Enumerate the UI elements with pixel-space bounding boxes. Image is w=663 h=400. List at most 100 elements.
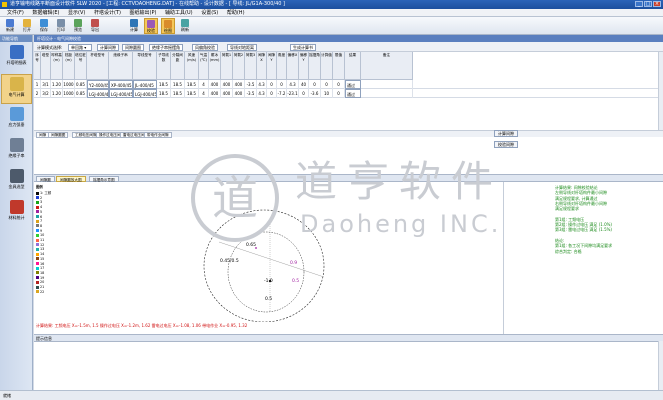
sidebar-item-1[interactable]: 电气计算 [1,74,32,104]
grid-header-3[interactable]: 档距(m) [63,52,75,80]
toolbar-button-5[interactable]: 导出 [88,18,102,34]
toolbar-button-3[interactable]: 打印 [54,18,68,34]
menu-edit[interactable]: 数据编辑(E) [32,9,59,17]
menu-tower[interactable]: 杆塔设计(T) [94,9,121,17]
grid-header-16[interactable]: 间隙X [257,52,267,80]
grid-scrollbar[interactable] [658,52,663,130]
toolbar-button-8[interactable]: 绘图 [161,18,175,34]
grid-header-8[interactable]: 子导线数 [157,52,171,80]
diagram-label-1: 0.45/0.5 [220,258,239,264]
grid-header-1[interactable]: 塔型 [41,52,51,80]
grid-header-18[interactable]: 角度 [277,52,287,80]
table-row[interactable]: 2 3/2 1.20 1000 0.85 LGJ-400/45 LGJ-400/45 LGJ-… [34,89,663,98]
table-cell: 2 [34,89,41,98]
grid-header-12[interactable]: 覆冰(mm) [209,52,221,80]
grid-header-4[interactable]: 塔位桩号 [75,52,87,80]
toolbar-button-2[interactable]: 保存 [37,18,51,34]
clearance-tab-1[interactable]: 间隙圆图 [48,132,69,138]
table-cell[interactable]: XP-400/45 [109,80,133,89]
tower-table-icon [9,45,24,59]
calc-clearance-button[interactable]: 计算间隙 [97,44,119,51]
wind-check-button[interactable]: 风偏角校验 [192,44,218,51]
menu-file[interactable]: 文件(F) [7,9,24,17]
table-cell[interactable]: LGJ-400/45 [133,89,157,98]
grid-header-2[interactable]: 呼称高(m) [51,52,63,80]
table-cell: 0 [309,80,321,89]
table-cell[interactable]: 通过 [345,89,361,98]
grid-header-14[interactable]: 荷载2 [233,52,245,80]
grid-header-17[interactable]: 间隙Y [267,52,277,80]
data-grid: 序号 塔型 呼称高(m) 档距(m) 塔位桩号 杆塔型号 绝缘子串 导线型号 子导线数 分裂间距风… [34,52,663,140]
window-title: 道亨输电线路平断面设计软件 SLW 2020 - [工程: CCTVDAOHEN… [10,1,285,7]
sidebar-item-0[interactable]: 杆塔明细表 [1,43,32,73]
clearance-tab-5[interactable]: 带电作业间隙 [144,132,172,138]
main-tab[interactable]: 杆塔设计 - 电气间隙校验 [34,35,663,42]
grid-header-19[interactable]: 偏移X [287,52,299,80]
table-row[interactable]: 1 3/1 1.20 1000 0.85 Y2-400/45 XP-400/45 JL-400… [34,80,663,89]
results-panel: 计算结果: 间隙校验结论 左侧导线对杆塔构件最小间隙 满足规程要求, 计算通过 右侧导… [505,182,663,334]
menu-view[interactable]: 显示(V) [68,9,85,17]
grid-header-10[interactable]: 风速(m/s) [185,52,199,80]
toolbar-button-1[interactable]: 打开 [20,18,34,34]
maximize-button[interactable]: □ [644,1,652,7]
grid-header-22[interactable]: 计算值 [321,52,333,80]
toolbar-label-7: 校验 [147,28,155,33]
grid-header-6[interactable]: 绝缘子串 [109,52,133,80]
grid-header-9[interactable]: 分裂间距 [171,52,185,80]
toolbar-button-7[interactable]: 校验 [144,18,158,34]
table-cell: 0 [333,80,345,89]
table-cell: 400 [233,80,245,89]
ground-distance-button[interactable]: 导线对地距离 [227,44,257,51]
table-cell: -3.6 [309,89,321,98]
grid-header-11[interactable]: 气温(℃) [199,52,209,80]
menu-help[interactable]: 帮助(H) [227,9,245,17]
table-cell: 10 [321,89,333,98]
toolbar-icon-5 [91,19,99,27]
status-bar: 就绪 [0,390,663,400]
grid-header-7[interactable]: 导线型号 [133,52,157,80]
diagram-tabs: 间隙圆 间隙圆放大图 摇摆角示意图 [34,174,663,182]
grid-header-25[interactable]: 备注 [361,52,413,80]
toolbar-button-9[interactable]: 刷新 [178,18,192,34]
table-cell[interactable]: JL-400/45 [133,80,157,89]
toolbar-icon-4 [74,19,82,27]
calc-clearance-right-button[interactable]: 计算间隙 [494,130,518,137]
menu-tools[interactable]: 辅助工具(U) [165,9,193,17]
table-cell[interactable]: Y2-400/45 [87,80,109,89]
menu-settings[interactable]: 设置(S) [201,9,218,17]
grid-header-0[interactable]: 序号 [34,52,41,80]
clearance-circle-button[interactable]: 间隙圆图 [122,44,144,51]
minimize-button[interactable]: _ [635,1,643,7]
grid-header-23[interactable]: 限值 [333,52,345,80]
swing-angle-button[interactable]: 绝缘子串摇摆角 [149,44,183,51]
grid-header-5[interactable]: 杆塔型号 [87,52,109,80]
grid-header-15[interactable]: 荷载3 [245,52,257,80]
menu-output[interactable]: 图纸输出(P) [130,9,157,17]
toolbar-label-9: 刷新 [181,27,189,32]
grid-header-21[interactable]: 摇摆角 [309,52,321,80]
clearance-svg: 0.45/0.5 0.9 -1.0 0.5 0.65 0.5 [203,209,325,322]
check-clearance-right-button[interactable]: 校验间隙 [494,141,518,148]
toolbar-label-1: 打开 [23,27,31,32]
grid-header-20[interactable]: 偏移Y [299,52,309,80]
report-button[interactable]: 生成计算书 [290,44,316,51]
grid-header-24[interactable]: 结果 [345,52,361,80]
table-cell[interactable]: 通过 [345,80,361,89]
toolbar-button-4[interactable]: 预览 [71,18,85,34]
mode-select[interactable]: 单回路 ▾ [68,44,92,51]
message-scrollbar[interactable] [658,341,663,390]
sidebar-item-4[interactable]: 金具选型 [1,167,32,197]
table-cell: 1 [34,80,41,89]
table-cell[interactable]: LGJ-400/45 [109,89,133,98]
sidebar-item-2[interactable]: 应力弧垂 [1,105,32,135]
close-button[interactable]: × [653,1,661,7]
sidebar-item-5[interactable]: 材料统计 [1,198,32,228]
toolbar-button-0[interactable]: 新建 [3,18,17,34]
table-cell: 18.5 [171,80,185,89]
table-cell: 4 [199,80,209,89]
table-cell[interactable]: LGJ-400/45 [87,89,109,98]
grid-header-13[interactable]: 荷载1 [221,52,233,80]
table-cell: 400 [221,80,233,89]
sidebar-item-3[interactable]: 绝缘子串 [1,136,32,166]
toolbar-button-6[interactable]: 计算 [127,18,141,34]
